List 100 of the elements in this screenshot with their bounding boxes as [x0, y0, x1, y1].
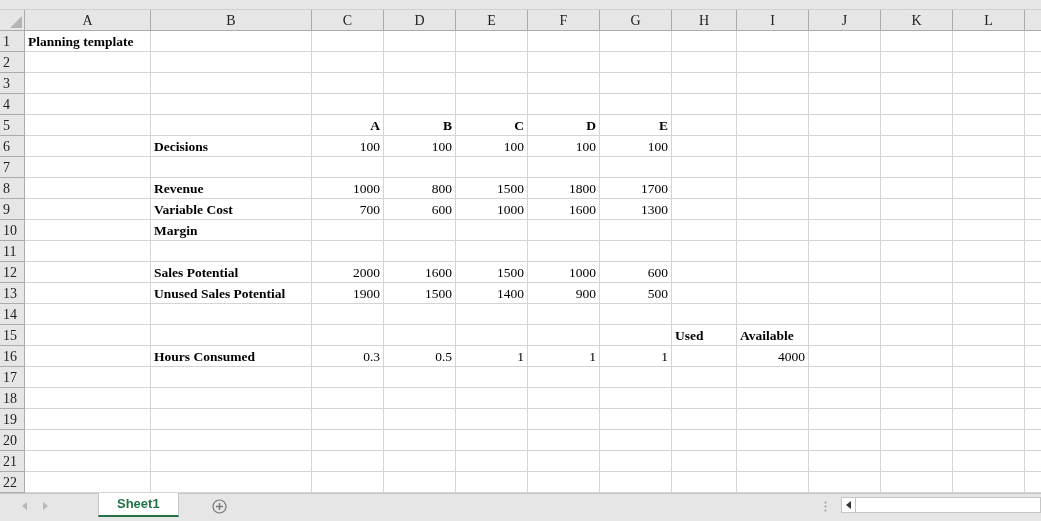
empty-cell [953, 262, 1025, 283]
empty-cell [456, 451, 528, 472]
row-header[interactable]: 14 [0, 304, 25, 325]
row-header[interactable]: 13 [0, 283, 25, 304]
select-all-corner-icon[interactable] [10, 16, 22, 28]
column-header[interactable]: D [384, 10, 456, 30]
empty-cell [881, 115, 953, 136]
empty-cell [953, 52, 1025, 73]
empty-cell [881, 94, 953, 115]
empty-cell [881, 325, 953, 346]
empty-cell [456, 157, 528, 178]
empty-cell [528, 220, 600, 241]
sheet-tab[interactable]: Sheet1 [98, 493, 179, 517]
table-cell: 0.3 [312, 346, 384, 367]
row-header[interactable]: 11 [0, 241, 25, 262]
empty-cell [672, 367, 737, 388]
empty-cell [881, 31, 953, 52]
empty-cell [809, 346, 881, 367]
row-header[interactable]: 3 [0, 73, 25, 94]
empty-cell [809, 241, 881, 262]
empty-cell [809, 178, 881, 199]
empty-cell [672, 178, 737, 199]
empty-cell [672, 52, 737, 73]
empty-cell [809, 52, 881, 73]
row-header[interactable]: 19 [0, 409, 25, 430]
column-header[interactable]: H [672, 10, 737, 30]
empty-cell [881, 409, 953, 430]
table-cell: 900 [528, 283, 600, 304]
row-header[interactable]: 16 [0, 346, 25, 367]
empty-cell [456, 220, 528, 241]
empty-cell [737, 451, 809, 472]
row-header[interactable]: 22 [0, 472, 25, 493]
empty-cell [953, 73, 1025, 94]
empty-cell [953, 31, 1025, 52]
add-sheet-icon[interactable] [211, 499, 227, 514]
empty-cell [881, 52, 953, 73]
scroll-right-icon[interactable] [42, 502, 48, 510]
empty-cell [600, 430, 672, 451]
empty-cell [528, 241, 600, 262]
column-header[interactable]: G [600, 10, 672, 30]
empty-cell [953, 241, 1025, 262]
column-header[interactable]: K [881, 10, 953, 30]
empty-cell [953, 220, 1025, 241]
row-header[interactable]: 20 [0, 430, 25, 451]
empty-cell [384, 430, 456, 451]
empty-cell [672, 451, 737, 472]
empty-cell [809, 31, 881, 52]
splitter-dots-icon[interactable] [824, 501, 827, 512]
empty-cell [672, 157, 737, 178]
row-header[interactable]: 21 [0, 451, 25, 472]
row-header[interactable]: 4 [0, 94, 25, 115]
row-header[interactable]: 1 [0, 31, 25, 52]
column-header[interactable]: J [809, 10, 881, 30]
empty-cell [600, 325, 672, 346]
empty-cell [737, 178, 809, 199]
row-header[interactable]: 15 [0, 325, 25, 346]
row-header[interactable]: 17 [0, 367, 25, 388]
column-header[interactable]: C [312, 10, 384, 30]
table-cell: 1800 [528, 178, 600, 199]
empty-cell [600, 241, 672, 262]
empty-cell [600, 52, 672, 73]
row-header[interactable]: 2 [0, 52, 25, 73]
column-header[interactable]: F [528, 10, 600, 30]
row-header[interactable]: 8 [0, 178, 25, 199]
empty-cell [384, 73, 456, 94]
table-cell: 1000 [312, 178, 384, 199]
empty-cell [312, 304, 384, 325]
row-header[interactable]: 18 [0, 388, 25, 409]
row-header[interactable]: 12 [0, 262, 25, 283]
empty-cell [881, 430, 953, 451]
column-header[interactable]: E [456, 10, 528, 30]
column-header[interactable]: L [953, 10, 1025, 30]
scroll-left-icon[interactable] [846, 501, 851, 509]
empty-cell [809, 94, 881, 115]
empty-cell [528, 430, 600, 451]
column-header[interactable]: I [737, 10, 809, 30]
empty-cell [672, 220, 737, 241]
empty-cell [672, 115, 737, 136]
column-header[interactable]: A [25, 10, 151, 30]
empty-cell [737, 157, 809, 178]
table-cell: 1900 [312, 283, 384, 304]
empty-cell [737, 31, 809, 52]
column-header[interactable]: B [151, 10, 312, 30]
empty-cell [312, 367, 384, 388]
empty-cell [672, 409, 737, 430]
row-header[interactable]: 5 [0, 115, 25, 136]
empty-cell [881, 220, 953, 241]
row-header[interactable]: 10 [0, 220, 25, 241]
empty-cell [600, 73, 672, 94]
table-cell: 1 [456, 346, 528, 367]
table-cell: 800 [384, 178, 456, 199]
horizontal-scrollbar[interactable] [841, 497, 1041, 513]
table-cell: 1600 [384, 262, 456, 283]
empty-cell [953, 199, 1025, 220]
row-header[interactable]: 9 [0, 199, 25, 220]
row-header[interactable]: 7 [0, 157, 25, 178]
row-header[interactable]: 6 [0, 136, 25, 157]
empty-cell [672, 388, 737, 409]
empty-cell [881, 304, 953, 325]
table-cell: 1400 [456, 283, 528, 304]
